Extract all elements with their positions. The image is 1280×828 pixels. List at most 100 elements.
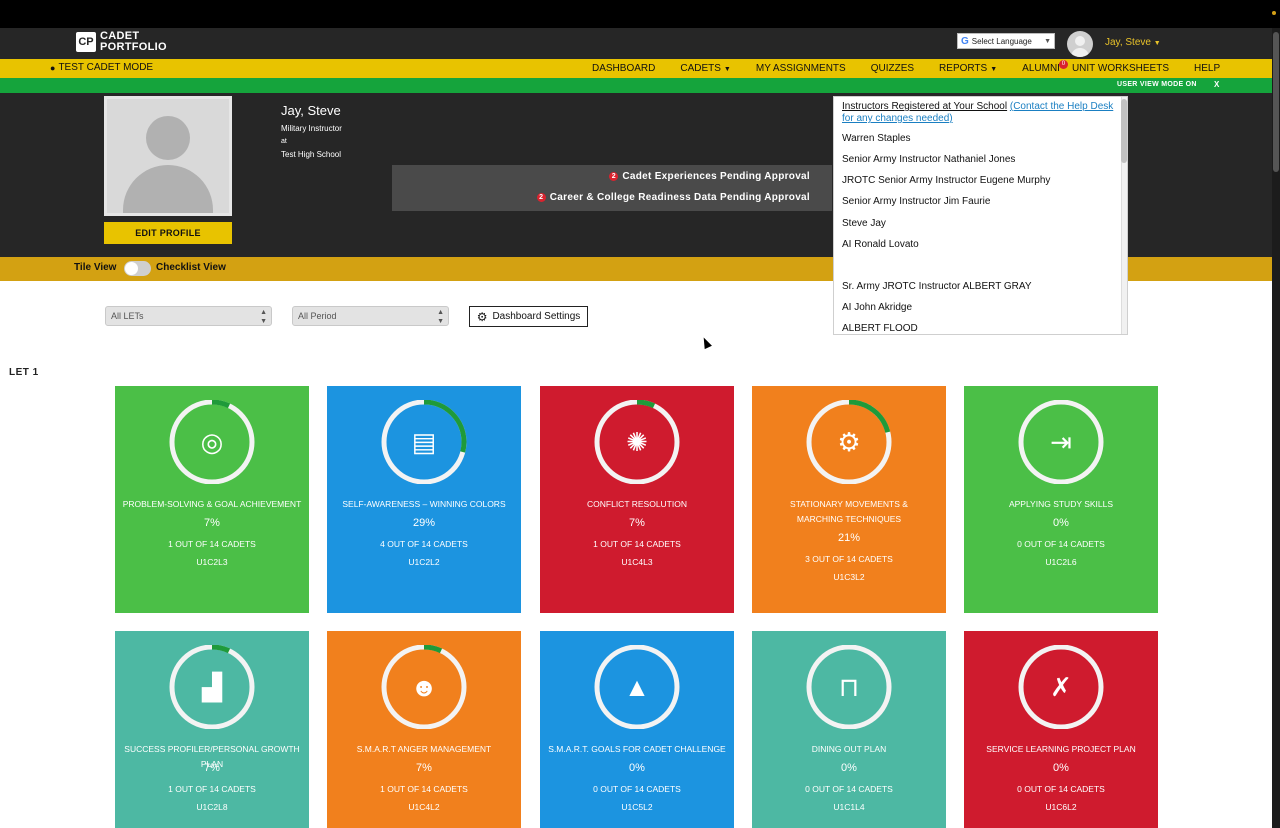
nav-item-cadets[interactable]: CADETS ▼	[680, 63, 731, 74]
tile-lesson-code: U1C2L6	[1045, 557, 1077, 567]
page-scrollbar[interactable]	[1272, 28, 1280, 828]
lesson-tile[interactable]: ✺ CONFLICT RESOLUTION 7% 1 OUT OF 14 CADETS…	[540, 386, 734, 613]
mouse-cursor	[700, 335, 712, 350]
language-select-label: Select Language	[971, 36, 1032, 46]
lesson-tile[interactable]: ⚙ STATIONARY MOVEMENTS & MARCHING TECHNIQ…	[752, 386, 946, 613]
tile-percent: 29%	[412, 517, 436, 529]
tile-lesson-code: U1C5L2	[621, 802, 653, 812]
tile-title: APPLYING STUDY SKILLS	[1008, 499, 1114, 509]
dining-table-icon: ⊓	[838, 671, 860, 702]
tile-cadet-count: 1 OUT OF 14 CADETS	[168, 539, 256, 549]
pending-cadet-experiences[interactable]: 2 Cadet Experiences Pending Approval	[609, 171, 810, 182]
user-view-mode-bar: USER VIEW MODE ON X	[0, 78, 1280, 93]
instructor-list-item: JROTC Senior Army Instructor Eugene Murp…	[842, 175, 1051, 187]
tile-title: CONFLICT RESOLUTION	[587, 499, 687, 509]
dropdown-arrow-icon: ▼	[1044, 37, 1051, 45]
edit-profile-button[interactable]: EDIT PROFILE	[104, 222, 232, 244]
logo-mark: CP	[76, 32, 96, 52]
lesson-tile[interactable]: ▲ S.M.A.R.T. GOALS FOR CADET CHALLENGE 0% 0…	[540, 631, 734, 828]
tile-lesson-code: U1C3L2	[833, 572, 865, 582]
nav-item-label: UNIT WORKSHEETS	[1071, 63, 1169, 74]
close-icon[interactable]: X	[1214, 80, 1219, 89]
instructor-list-item: Sr. Army JROTC Instructor ALBERT GRAY	[842, 280, 1032, 292]
instructor-list-item: AI Ronald Lovato	[842, 238, 919, 250]
test-cadet-mode-link[interactable]: ● TEST CADET MODE	[50, 62, 153, 73]
dashboard-settings-button[interactable]: ⚙ Dashboard Settings	[469, 306, 588, 327]
main-nav: ● TEST CADET MODE DASHBOARD CADETS ▼ MY ASS…	[0, 59, 1280, 78]
let-filter-value: All LETs	[111, 311, 144, 321]
lesson-tile[interactable]: ◎ PROBLEM-SOLVING & GOAL ACHIEVEMENT 7% 1 O…	[115, 386, 309, 613]
tile-view-label: Tile View	[74, 262, 117, 273]
tile-percent: 0%	[1053, 517, 1069, 529]
user-icon: ●	[50, 62, 56, 73]
avatar[interactable]	[1067, 31, 1093, 57]
top-strip	[0, 0, 1280, 28]
instructors-panel[interactable]: Instructors Registered at Your School (C…	[833, 96, 1128, 335]
instructor-list-item: AI John Akridge	[842, 302, 913, 314]
instructor-list-item: Senior Army Instructor Jim Faurie	[842, 196, 991, 208]
tile-cadet-count: 1 OUT OF 14 CADETS	[593, 539, 681, 549]
nav-item-alumni[interactable]: ALUMNI 0	[1022, 60, 1068, 74]
nav-item-reports[interactable]: REPORTS ▼	[939, 63, 997, 74]
let-filter-select[interactable]: All LETs ▲ ▼	[105, 306, 272, 326]
period-filter-select[interactable]: All Period ▲ ▼	[292, 306, 449, 326]
nav-item-unit-worksheets[interactable]: UNIT WORKSHEETS	[1072, 63, 1169, 74]
let-section-label: LET 1	[9, 367, 39, 378]
tile-percent: 7%	[416, 762, 432, 774]
user-menu[interactable]: Jay, Steve ▼	[1105, 37, 1161, 48]
instructors-list: Warren Staples Senior Army Instructor Nat…	[842, 133, 1051, 335]
scrollbar-thumb[interactable]	[1121, 99, 1127, 163]
logo[interactable]: CP CADET PORTFOLIO	[76, 31, 167, 53]
pending-career-readiness[interactable]: 2 Career & College Readiness Data Pendin…	[536, 192, 810, 203]
nav-item-my-assignments[interactable]: MY ASSIGNMENTS	[756, 63, 846, 74]
tile-title: DINING OUT PLAN	[811, 744, 887, 754]
strategy-map-icon: ✗	[1050, 671, 1072, 702]
instructor-list-item	[842, 260, 1050, 281]
tile-percent: 7%	[204, 517, 220, 529]
nav-item-dashboard[interactable]: DASHBOARD	[592, 63, 655, 74]
tile-percent: 21%	[837, 532, 861, 544]
nav-item-help[interactable]: HELP	[1194, 63, 1220, 74]
instructor-list-item: ALBERT FLOOD	[842, 323, 918, 335]
page-scrollbar-thumb[interactable]	[1273, 32, 1279, 172]
lesson-tile[interactable]: ⇥ APPLYING STUDY SKILLS 0% 0 OUT OF 14 CADE…	[964, 386, 1158, 613]
dashboard-settings-label: Dashboard Settings	[492, 311, 581, 322]
tile-lesson-code: U1C2L2	[408, 557, 440, 567]
nav-item-quizzes[interactable]: QUIZZES	[871, 63, 914, 74]
tile-title: STATIONARY MOVEMENTS & MARCHING TECHNIQU…	[790, 499, 908, 524]
lesson-tile[interactable]: ✗ SERVICE LEARNING PROJECT PLAN 0% 0 OUT OF…	[964, 631, 1158, 828]
nav-item-label: HELP	[1194, 63, 1221, 74]
lesson-tile[interactable]: ▤ SELF-AWARENESS – WINNING COLORS 29% 4 OUT…	[327, 386, 521, 613]
profile-photo	[104, 96, 232, 216]
lesson-tile[interactable]: ⊓ DINING OUT PLAN 0% 0 OUT OF 14 CADETS U1C1…	[752, 631, 946, 828]
instructors-scrollbar[interactable]	[1121, 97, 1127, 334]
select-arrows-icon: ▲ ▼	[437, 309, 444, 325]
notification-badge: 0	[1058, 60, 1068, 69]
growth-chart-icon: ▟	[202, 671, 222, 702]
nav-item-label: REPORTS	[939, 63, 988, 74]
gears-icon: ⚙	[837, 426, 861, 457]
tile-cadet-count: 4 OUT OF 14 CADETS	[380, 539, 468, 549]
tile-title: SELF-AWARENESS – WINNING COLORS	[342, 499, 506, 509]
nav-item-label: QUIZZES	[870, 63, 915, 74]
tile-lesson-code: U1C2L3	[196, 557, 228, 567]
tile-title: SERVICE LEARNING PROJECT PLAN	[986, 744, 1136, 754]
tile-cadet-count: 1 OUT OF 14 CADETS	[168, 784, 256, 794]
instructors-title: Instructors Registered at Your School (C…	[842, 101, 1120, 125]
logo-line2: PORTFOLIO	[100, 41, 167, 53]
tile-cadet-count: 0 OUT OF 14 CADETS	[593, 784, 681, 794]
tile-lesson-code: U1C4L2	[408, 802, 440, 812]
lesson-tile[interactable]: ▟ SUCCESS PROFILER/PERSONAL GROWTH PLAN 7%…	[115, 631, 309, 828]
test-cadet-mode-label: TEST CADET MODE	[58, 62, 154, 73]
language-select[interactable]: G Select Language ▼	[957, 33, 1055, 49]
user-name: Jay, Steve	[1105, 37, 1151, 48]
period-filter-value: All Period	[298, 311, 337, 321]
nav-item-label: DASHBOARD	[592, 63, 656, 74]
tile-cadet-count: 1 OUT OF 14 CADETS	[380, 784, 468, 794]
tile-lesson-code: U1C4L3	[621, 557, 653, 567]
view-toggle-switch[interactable]	[124, 261, 151, 276]
lesson-tile[interactable]: ☻ S.M.A.R.T ANGER MANAGEMENT 7% 1 OUT OF 14…	[327, 631, 521, 828]
gear-icon: ⚙	[476, 309, 488, 324]
google-icon: G	[961, 35, 969, 47]
chevron-down-icon: ▼	[990, 66, 998, 73]
